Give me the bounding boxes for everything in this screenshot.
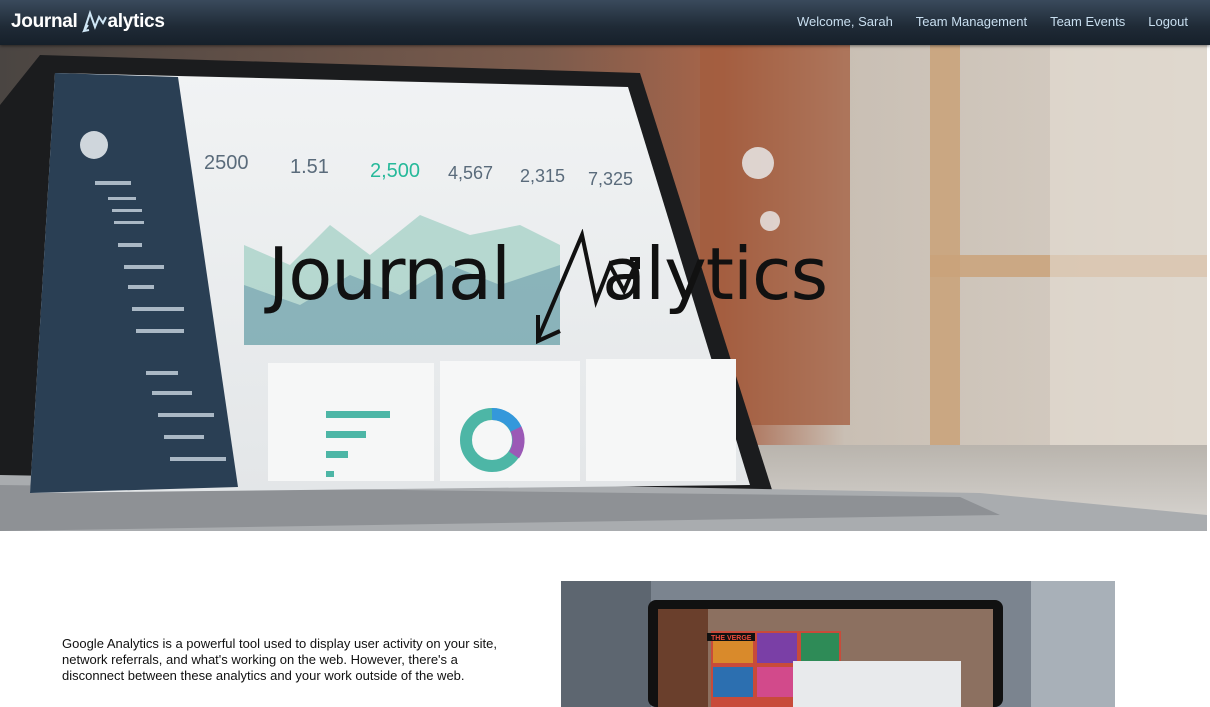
hero-title-logo: Journal alytics [268,229,888,349]
nav-links: Welcome, Sarah Team Management Team Even… [797,0,1188,42]
nav-team-events[interactable]: Team Events [1050,14,1125,29]
svg-text:2,500: 2,500 [370,160,420,182]
hero-title-journal: Journal [268,232,511,316]
hero-banner: 2500 1.51 2,500 4,567 2,315 7,325 Journa… [0,45,1207,531]
brand-text-journal: Journal [11,11,78,32]
svg-text:2,315: 2,315 [520,166,565,186]
nav-team-management[interactable]: Team Management [916,14,1027,29]
brand-analytics-arrow-icon [81,9,107,33]
verge-logo-text: THE VERGE [711,635,752,642]
brand-text-alytics: alytics [107,11,165,32]
hero-analytics-arrow-icon [536,229,640,345]
svg-text:1.51: 1.51 [290,156,329,178]
svg-text:4,567: 4,567 [448,163,493,183]
brand-logo[interactable]: Journal alytics [11,8,165,36]
top-navbar: Journal alytics Welcome, Sarah Team Mana… [0,0,1210,45]
nav-logout[interactable]: Logout [1148,14,1188,29]
svg-text:7,325: 7,325 [588,169,633,189]
monitor-illustration: THE VERGE [561,581,1115,707]
svg-text:2500: 2500 [204,152,249,174]
intro-monitor-photo: THE VERGE [561,581,1115,707]
intro-paragraph: Google Analytics is a powerful tool used… [62,636,497,683]
nav-welcome-user[interactable]: Welcome, Sarah [797,14,893,29]
